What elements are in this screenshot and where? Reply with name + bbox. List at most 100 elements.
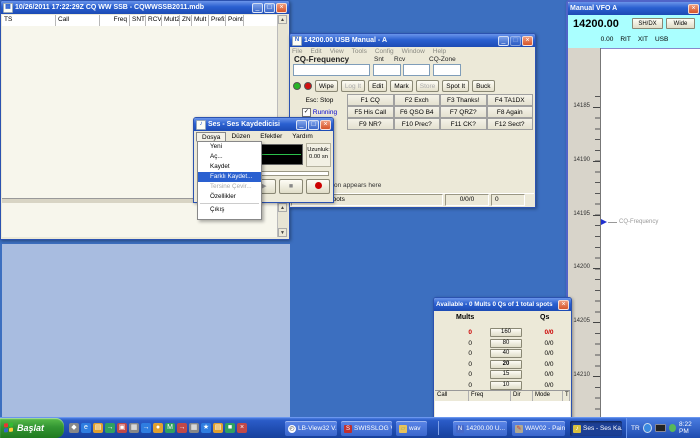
f4-button[interactable]: F4 TA1DX xyxy=(487,94,534,106)
band-button-40[interactable]: 40 xyxy=(490,349,522,358)
close-button[interactable]: × xyxy=(558,300,569,310)
menu-tools[interactable]: Tools xyxy=(352,48,367,57)
cq-frequency-marker-icon[interactable] xyxy=(601,219,607,225)
quick-launch-icon-9[interactable]: M xyxy=(165,423,175,433)
quick-launch-icon-10[interactable]: → xyxy=(177,423,187,433)
menu-item-farkli-kaydet[interactable]: Farklı Kaydet... xyxy=(198,172,261,182)
quick-launch-icon-1[interactable]: ◆ xyxy=(69,423,79,433)
f9-button[interactable]: F9 NR? xyxy=(347,118,394,130)
task-button-recorder[interactable]: ♪ Ses - Ses Ka... xyxy=(570,421,622,436)
callsign-input[interactable] xyxy=(293,64,370,76)
quick-launch-icon-4[interactable]: → xyxy=(105,423,115,433)
quick-launch-icon-2[interactable]: e xyxy=(81,423,91,433)
minimize-button[interactable]: _ xyxy=(296,120,307,130)
entry-window-titlebar[interactable]: N 14200.00 USB Manual - A _ □ × xyxy=(290,34,535,47)
menu-item-ozellikler[interactable]: Özellikler xyxy=(198,192,261,202)
col-points[interactable]: Points xyxy=(226,15,244,26)
menu-yardim[interactable]: Yardım xyxy=(287,132,317,142)
menu-item-tersine-cevir[interactable]: Tersine Çevir... xyxy=(198,182,261,192)
col-prefix[interactable]: Prefix xyxy=(209,15,226,26)
col-t[interactable]: T xyxy=(563,391,570,401)
band-button-160[interactable]: 160 xyxy=(490,328,522,337)
rit-label[interactable]: RIT xyxy=(620,36,630,43)
mark-button[interactable]: Mark xyxy=(390,80,412,92)
f8-button[interactable]: F8 Again xyxy=(487,106,534,118)
scroll-up-icon[interactable]: ▲ xyxy=(278,15,287,24)
quick-launch-icon-11[interactable]: ▦ xyxy=(189,423,199,433)
store-button[interactable]: Store xyxy=(416,80,440,92)
band-button-15[interactable]: 15 xyxy=(490,370,522,379)
maximize-button[interactable]: □ xyxy=(510,36,521,46)
snt-input[interactable] xyxy=(373,64,401,76)
task-button-swisslog[interactable]: S SWISSLOG V5 xyxy=(341,421,392,436)
maximize-button[interactable]: □ xyxy=(264,3,275,13)
close-button[interactable]: × xyxy=(522,36,533,46)
quick-launch-icon-14[interactable]: ■ xyxy=(225,423,235,433)
task-button-lbview[interactable]: ◴ LB-View32 V... xyxy=(285,421,337,436)
col-dir[interactable]: Dir xyxy=(511,391,533,401)
close-button[interactable]: × xyxy=(276,3,287,13)
spotit-button[interactable]: Spot It xyxy=(442,80,469,92)
f12-button[interactable]: F12 Sect? xyxy=(487,118,534,130)
f7-button[interactable]: F7 QRZ? xyxy=(440,106,487,118)
quick-launch-icon-8[interactable]: ● xyxy=(153,423,163,433)
buck-button[interactable]: Buck xyxy=(472,80,494,92)
quick-launch-icon-6[interactable]: ▦ xyxy=(129,423,139,433)
task-button-paint[interactable]: ✎ WAV02 - Paint xyxy=(512,421,565,436)
col-mult[interactable]: Mult xyxy=(192,15,209,26)
f2-button[interactable]: F2 Exch xyxy=(394,94,441,106)
band-button-20[interactable]: 20 xyxy=(490,360,522,369)
battery-icon[interactable] xyxy=(655,424,667,432)
vfo-window[interactable]: Manual VFO A × 14200.00 SH/DX Wide 0.00 … xyxy=(566,0,700,422)
quick-launch-icon-7[interactable]: → xyxy=(141,423,151,433)
logit-button[interactable]: Log It xyxy=(341,80,365,92)
xit-label[interactable]: XIT xyxy=(638,36,648,43)
recorder-titlebar[interactable]: ♪ Ses - Ses Kaydedicisi _ □ × xyxy=(194,118,333,131)
close-button[interactable]: × xyxy=(320,120,331,130)
zone-input[interactable] xyxy=(433,64,461,76)
col-freq[interactable]: Freq xyxy=(469,391,511,401)
wide-button[interactable]: Wide xyxy=(666,18,695,29)
quick-launch-icon-13[interactable]: ▤ xyxy=(213,423,223,433)
task-button-wav-folder[interactable]: ▱ wav xyxy=(396,421,427,436)
menu-item-kaydet[interactable]: Kaydet xyxy=(198,162,261,172)
minimize-button[interactable]: _ xyxy=(498,36,509,46)
f6-button[interactable]: F6 QSO B4 xyxy=(394,106,441,118)
close-button[interactable]: × xyxy=(688,4,699,14)
f10-button[interactable]: F10 Prec? xyxy=(394,118,441,130)
maximize-button[interactable]: □ xyxy=(308,120,319,130)
task-button-n1mm[interactable]: N 14200.00 U... xyxy=(453,421,507,436)
volume-icon[interactable] xyxy=(643,423,652,433)
start-button[interactable]: Başlat xyxy=(0,418,64,438)
language-indicator[interactable]: TR xyxy=(631,425,640,432)
f1-button[interactable]: F1 CQ xyxy=(347,94,394,106)
band-button-10[interactable]: 10 xyxy=(490,381,522,390)
mode-label[interactable]: USB xyxy=(655,36,668,43)
vfo-titlebar[interactable]: Manual VFO A × xyxy=(568,2,700,15)
resize-grip[interactable] xyxy=(527,194,534,206)
col-mult2[interactable]: Mult2 xyxy=(162,15,180,26)
col-call[interactable]: Call xyxy=(56,15,100,26)
col-call[interactable]: Call xyxy=(435,391,469,401)
stop-button[interactable]: ■ xyxy=(279,179,303,194)
minimize-button[interactable]: _ xyxy=(252,3,263,13)
quick-launch-icon-3[interactable]: ▤ xyxy=(93,423,103,433)
status-tray-icon[interactable] xyxy=(669,424,676,432)
quick-launch-icon-5[interactable]: ▣ xyxy=(117,423,127,433)
frequency-scale[interactable]: 14185 14190 14195 14200 14205 14210 1421… xyxy=(568,48,601,420)
scroll-down-icon[interactable]: ▼ xyxy=(278,228,287,237)
col-snt[interactable]: SNT xyxy=(130,15,146,26)
log-window-titlebar[interactable]: ▦ 10/26/2011 17:22:29Z CQ WW SSB - CQWWS… xyxy=(1,1,289,14)
f5-button[interactable]: F5 His Call xyxy=(347,106,394,118)
quick-launch-icon-15[interactable]: × xyxy=(237,423,247,433)
col-ts[interactable]: TS xyxy=(2,15,56,26)
col-mode[interactable]: Mode xyxy=(533,391,563,401)
clock[interactable]: 8:22 PM xyxy=(679,421,700,435)
menu-item-ac[interactable]: Aç... xyxy=(198,152,261,162)
menu-item-cikis[interactable]: Çıkış xyxy=(198,205,261,215)
checkmark-icon[interactable]: ✓ xyxy=(302,108,311,117)
edit-button[interactable]: Edit xyxy=(368,80,387,92)
col-rcv[interactable]: RCV xyxy=(146,15,162,26)
scroll-up-icon[interactable]: ▲ xyxy=(278,203,287,212)
col-zn[interactable]: ZN xyxy=(180,15,192,26)
